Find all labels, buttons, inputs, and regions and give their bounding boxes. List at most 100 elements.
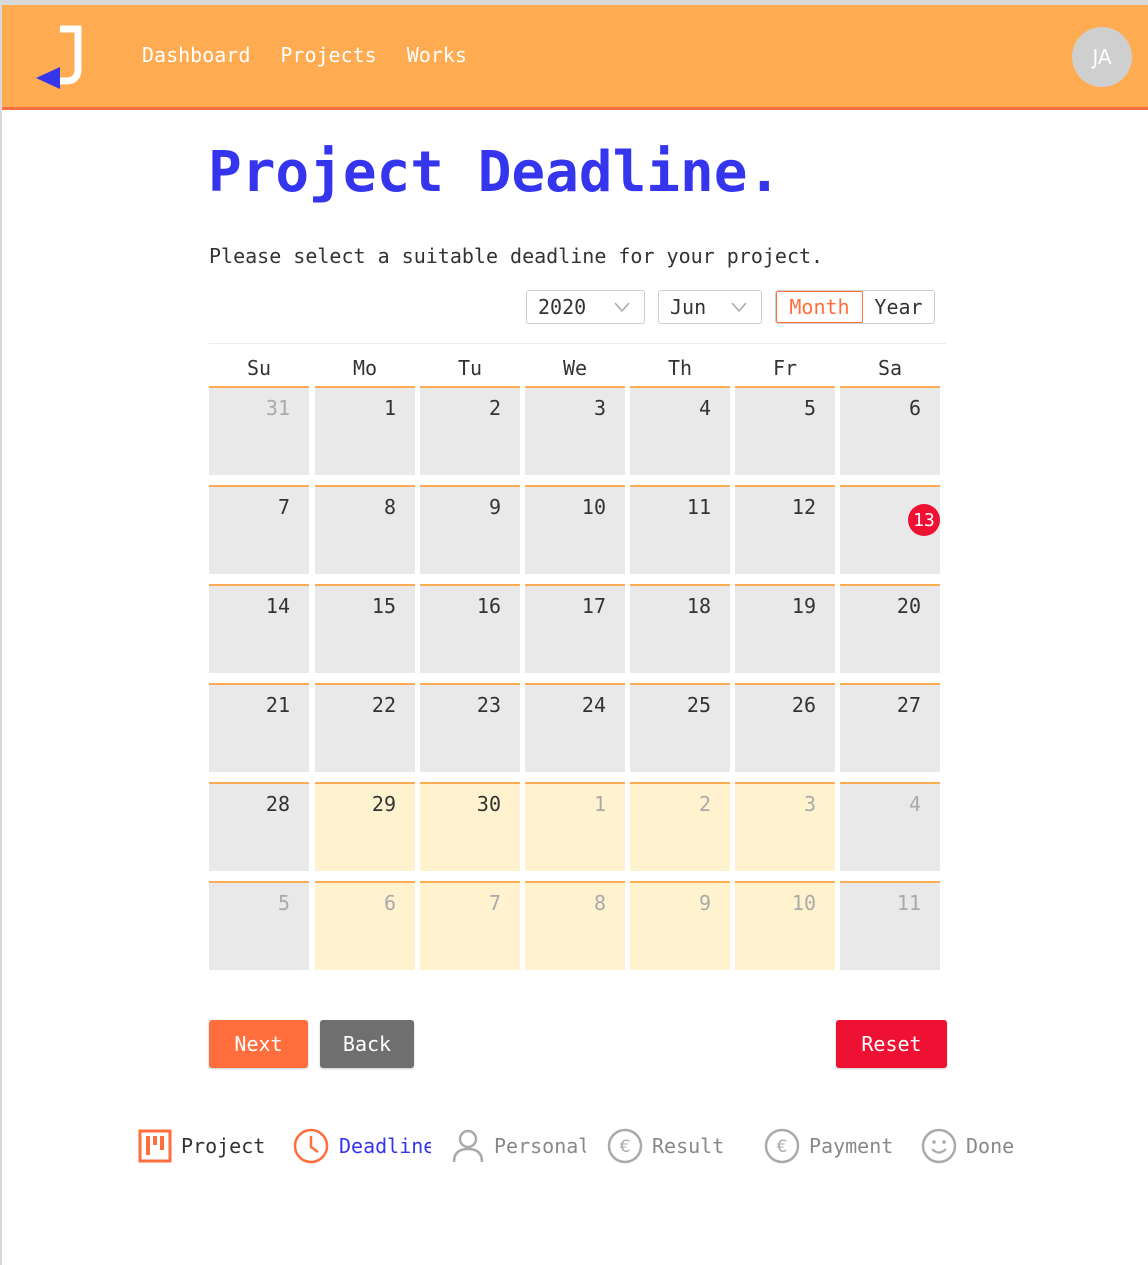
- day-number: 10: [581, 495, 606, 519]
- calendar-day-cell[interactable]: 4: [840, 782, 940, 871]
- weekday-label: Fr: [772, 356, 798, 380]
- step-label: Result: [652, 1134, 725, 1158]
- calendar-day-cell[interactable]: 8: [525, 881, 625, 970]
- day-number: 15: [371, 594, 396, 618]
- calendar-day-cell[interactable]: 27: [840, 683, 940, 772]
- day-number: 6: [383, 891, 396, 915]
- day-number: 5: [803, 396, 816, 420]
- calendar-day-cell[interactable]: 11: [630, 485, 730, 574]
- calendar-day-cell[interactable]: 15: [315, 584, 415, 673]
- step-deadline[interactable]: Deadline: [292, 1128, 431, 1164]
- calendar-day-cell[interactable]: 23: [420, 683, 520, 772]
- next-button[interactable]: Next: [209, 1020, 308, 1068]
- today-badge: 13: [908, 504, 940, 536]
- day-number: 10: [791, 891, 816, 915]
- euro-icon: €: [607, 1128, 643, 1164]
- calendar-day-cell[interactable]: 1: [315, 386, 415, 475]
- avatar[interactable]: JA: [1072, 27, 1132, 87]
- weekday-label: Mo: [352, 356, 378, 380]
- calendar-day-cell[interactable]: 1: [525, 782, 625, 871]
- window-left-edge: [0, 5, 2, 1265]
- calendar-day-cell[interactable]: 29: [315, 782, 415, 871]
- calendar-day-cell[interactable]: 24: [525, 683, 625, 772]
- calendar-day-cell[interactable]: 25: [630, 683, 730, 772]
- day-number: 22: [371, 693, 396, 717]
- step-personal[interactable]: Personal: [451, 1128, 586, 1164]
- calendar-day-cell[interactable]: 31: [209, 386, 309, 475]
- top-bar: Dashboard Projects Works JA: [2, 5, 1148, 110]
- day-number: 16: [476, 594, 501, 618]
- calendar-day-cell[interactable]: 13: [840, 485, 940, 574]
- calendar-day-cell[interactable]: 6: [315, 881, 415, 970]
- weekday-label: We: [562, 356, 588, 380]
- calendar-day-cell[interactable]: 22: [315, 683, 415, 772]
- clock-icon: [293, 1128, 329, 1164]
- calendar-day-cell[interactable]: 20: [840, 584, 940, 673]
- day-number: 18: [686, 594, 711, 618]
- calendar-day-cell[interactable]: 7: [209, 485, 309, 574]
- day-number: 6: [908, 396, 921, 420]
- calendar-day-cell[interactable]: 10: [735, 881, 835, 970]
- calendar-day-cell[interactable]: 3: [525, 386, 625, 475]
- logo[interactable]: [34, 25, 90, 91]
- day-number: 3: [803, 792, 816, 816]
- calendar-day-cell[interactable]: 7: [420, 881, 520, 970]
- day-number: 4: [698, 396, 711, 420]
- reset-button[interactable]: Reset: [836, 1020, 947, 1068]
- calendar-day-cell[interactable]: 18: [630, 584, 730, 673]
- step-project[interactable]: Project: [138, 1128, 265, 1164]
- day-number: 26: [791, 693, 816, 717]
- calendar-divider: [209, 343, 946, 344]
- day-number: 9: [488, 495, 501, 519]
- day-number: 31: [265, 396, 290, 420]
- step-done[interactable]: Done: [921, 1128, 1014, 1164]
- calendar-day-cell[interactable]: 28: [209, 782, 309, 871]
- step-payment[interactable]: € Payment: [764, 1128, 893, 1164]
- calendar-day-cell[interactable]: 10: [525, 485, 625, 574]
- calendar-day-cell[interactable]: 2: [630, 782, 730, 871]
- logo-icon: [36, 25, 82, 89]
- month-select[interactable]: Jun: [658, 290, 762, 324]
- calendar-day-cell[interactable]: 14: [209, 584, 309, 673]
- day-number: 19: [791, 594, 816, 618]
- day-number: 1: [593, 792, 606, 816]
- calendar-day-cell[interactable]: 9: [630, 881, 730, 970]
- calendar-day-cell[interactable]: 17: [525, 584, 625, 673]
- view-month-button[interactable]: Month: [776, 291, 863, 323]
- calendar-day-cell[interactable]: 5: [735, 386, 835, 475]
- calendar-day-cell[interactable]: 4: [630, 386, 730, 475]
- nav-works[interactable]: Works: [407, 43, 467, 67]
- calendar-day-cell[interactable]: 9: [420, 485, 520, 574]
- calendar-day-cell[interactable]: 19: [735, 584, 835, 673]
- calendar-day-cell[interactable]: 5: [209, 881, 309, 970]
- day-number: 4: [908, 792, 921, 816]
- back-button[interactable]: Back: [320, 1020, 414, 1068]
- user-icon: [452, 1129, 484, 1163]
- calendar-day-cell[interactable]: 6: [840, 386, 940, 475]
- day-number: 7: [277, 495, 290, 519]
- view-mode-toggle: Month Year: [775, 290, 935, 324]
- page-subtitle: Please select a suitable deadline for yo…: [209, 244, 824, 268]
- view-year-button[interactable]: Year: [863, 291, 934, 323]
- calendar-day-cell[interactable]: 26: [735, 683, 835, 772]
- step-result[interactable]: € Result: [607, 1128, 724, 1164]
- day-number: 8: [383, 495, 396, 519]
- calendar-day-cell[interactable]: 3: [735, 782, 835, 871]
- weekday-label: Sa: [877, 356, 903, 380]
- nav-projects[interactable]: Projects: [280, 43, 376, 67]
- day-number: 3: [593, 396, 606, 420]
- calendar-day-cell[interactable]: 11: [840, 881, 940, 970]
- day-number: 21: [265, 693, 290, 717]
- weekday-label: Su: [246, 356, 272, 380]
- calendar-day-cell[interactable]: 8: [315, 485, 415, 574]
- calendar-day-cell[interactable]: 2: [420, 386, 520, 475]
- calendar-day-cell[interactable]: 21: [209, 683, 309, 772]
- year-select[interactable]: 2020: [526, 290, 645, 324]
- calendar-day-cell[interactable]: 30: [420, 782, 520, 871]
- nav-dashboard[interactable]: Dashboard: [142, 43, 250, 67]
- euro-icon: €: [764, 1128, 800, 1164]
- calendar-day-cell[interactable]: 12: [735, 485, 835, 574]
- year-select-value: 2020: [538, 295, 587, 319]
- progress-steps: Project Deadline Personal € Result € Pay…: [138, 1128, 1038, 1168]
- calendar-day-cell[interactable]: 16: [420, 584, 520, 673]
